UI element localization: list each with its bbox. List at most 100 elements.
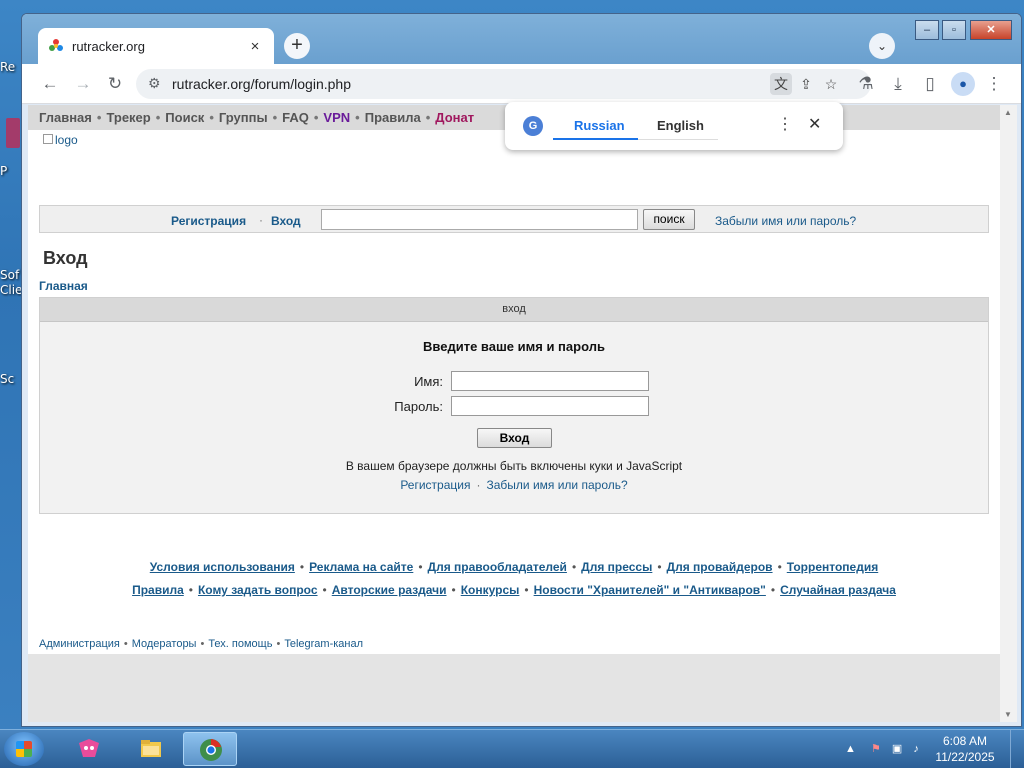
maximize-button[interactable]: ▫ [942,20,966,40]
footer-links-row1: Условия использования • Реклама на сайте • Д… [28,560,1000,574]
footer-link[interactable]: Конкурсы [461,583,520,597]
nav-faq[interactable]: FAQ [282,110,309,125]
footer-link[interactable]: Случайная раздача [780,583,896,597]
tab-close-icon[interactable]: × [246,38,264,55]
forgot-password-link[interactable]: Забыли имя или пароль? [715,214,856,228]
vertical-scrollbar[interactable]: ▲ ▼ [1000,105,1017,722]
taskbar-chrome[interactable] [183,732,237,766]
volume-icon[interactable]: ♪ [913,743,919,755]
nav-groups[interactable]: Группы [219,110,268,125]
clock-time: 6:08 AM [942,734,988,748]
new-tab-button[interactable]: + [284,33,310,59]
share-icon[interactable]: ⇪ [795,73,817,95]
scroll-up-icon[interactable]: ▲ [1004,108,1012,117]
show-desktop-button[interactable] [1010,730,1024,768]
reload-icon[interactable]: ↻ [103,72,127,96]
register-link[interactable]: Регистрация [171,214,246,228]
footer-link[interactable]: Правила [132,583,184,597]
menu-icon[interactable]: ⋮ [982,72,1006,96]
username-field[interactable] [451,371,649,391]
nav-home[interactable]: Главная [39,110,92,125]
taskbar-app-pink[interactable] [62,732,116,766]
site-logo[interactable]: logo [43,133,78,147]
nav-rules[interactable]: Правила [365,110,421,125]
footer-link[interactable]: Новости "Хранителей" и "Антикваров" [534,583,766,597]
profile-icon[interactable]: ● [951,72,975,96]
more-options-icon[interactable]: ⋮ [777,114,793,134]
footer-link[interactable]: Кому задать вопрос [198,583,318,597]
breadcrumb-home[interactable]: Главная [39,279,88,293]
login-link[interactable]: Вход [271,214,301,228]
desktop-label[interactable]: Sof [0,268,19,282]
side-panel-icon[interactable]: ▯ [918,72,942,96]
nav-tracker[interactable]: Трекер [106,110,150,125]
separator: • [777,560,782,574]
footer-link[interactable]: Для провайдеров [667,560,773,574]
nav-vpn[interactable]: VPN [323,110,350,125]
translate-icon[interactable]: 文 [770,73,792,95]
flag-icon[interactable]: ⚑ [871,743,881,755]
download-icon[interactable]: ⤓ [886,72,910,96]
star-icon[interactable]: ☆ [820,73,842,95]
separator: • [322,583,327,597]
nav-separator: • [313,110,319,125]
separator: • [418,560,423,574]
url-text[interactable]: rutracker.org/forum/login.php [172,76,351,92]
nav-search[interactable]: Поиск [165,110,204,125]
site-search-input[interactable] [321,209,638,230]
tech-help-link[interactable]: Тех. помощь [208,638,272,650]
footer-link[interactable]: Для прессы [581,560,652,574]
admin-links: Администрация • Модераторы • Тех. помощь • Tel… [39,638,363,650]
moderators-link[interactable]: Модераторы [132,638,197,650]
close-window-button[interactable]: ✕ [970,20,1012,40]
footer-link[interactable]: Для правообладателей [428,560,567,574]
telegram-link[interactable]: Telegram-канал [284,638,363,650]
tab-target-language[interactable]: English [657,118,704,133]
admin-link[interactable]: Администрация [39,638,120,650]
register-link[interactable]: Регистрация [400,478,470,492]
footer-link[interactable]: Авторские раздачи [332,583,447,597]
nav-separator: • [272,110,278,125]
footer-link[interactable]: Реклама на сайте [309,560,413,574]
footer-link[interactable]: Условия использования [150,560,295,574]
desktop-label[interactable]: Clie [0,283,22,297]
site-info-icon[interactable]: ⚙ [148,75,161,92]
separator: · [476,478,481,492]
taskbar-file-explorer[interactable] [124,732,178,766]
separator: • [188,583,193,597]
system-clock[interactable]: 6:08 AM 11/22/2025 [930,733,1000,765]
close-icon[interactable]: ✕ [808,114,821,134]
address-bar[interactable]: ⚙ rutracker.org/forum/login.php 文 ⇪ ☆ [136,69,871,99]
tray-expand-icon[interactable]: ▲ [845,743,856,755]
nav-separator: • [96,110,102,125]
back-arrow-icon[interactable]: ← [38,72,62,96]
scroll-down-icon[interactable]: ▼ [1004,710,1012,719]
desktop-app-icon[interactable] [6,118,20,148]
desktop-label[interactable]: P [0,164,7,178]
tab-title: rutracker.org [72,38,145,54]
separator: • [123,638,128,650]
network-icon[interactable]: ▣ [892,743,902,755]
tab-source-language[interactable]: Russian [574,118,625,133]
forgot-password-link[interactable]: Забыли имя или пароль? [486,478,627,492]
tab-rutracker[interactable]: rutracker.org × [38,28,274,64]
login-box-title: Введите ваше имя и пароль [423,339,605,354]
minimize-button[interactable]: – [915,20,939,40]
start-button[interactable] [4,732,44,766]
search-button[interactable]: поиск [643,209,695,230]
login-submit-button[interactable]: Вход [477,428,552,448]
nav-donate[interactable]: Донат [435,110,474,125]
labs-icon[interactable]: ⚗ [854,72,878,96]
tab-strip: rutracker.org × + ⌄ – ▫ ✕ [22,14,1021,64]
selected-tab-indicator [553,138,638,140]
username-label: Имя: [414,374,443,389]
nav-separator: • [155,110,161,125]
desktop-label[interactable]: Re [0,60,15,74]
forward-arrow-icon[interactable]: → [71,72,95,96]
password-field[interactable] [451,396,649,416]
desktop-label[interactable]: Sc [0,372,14,386]
google-translate-icon: G [523,116,543,136]
login-box: вход Введите ваше имя и пароль Имя: Паро… [39,297,989,514]
tab-search-button[interactable]: ⌄ [869,33,895,59]
footer-link[interactable]: Торрентопедия [787,560,878,574]
